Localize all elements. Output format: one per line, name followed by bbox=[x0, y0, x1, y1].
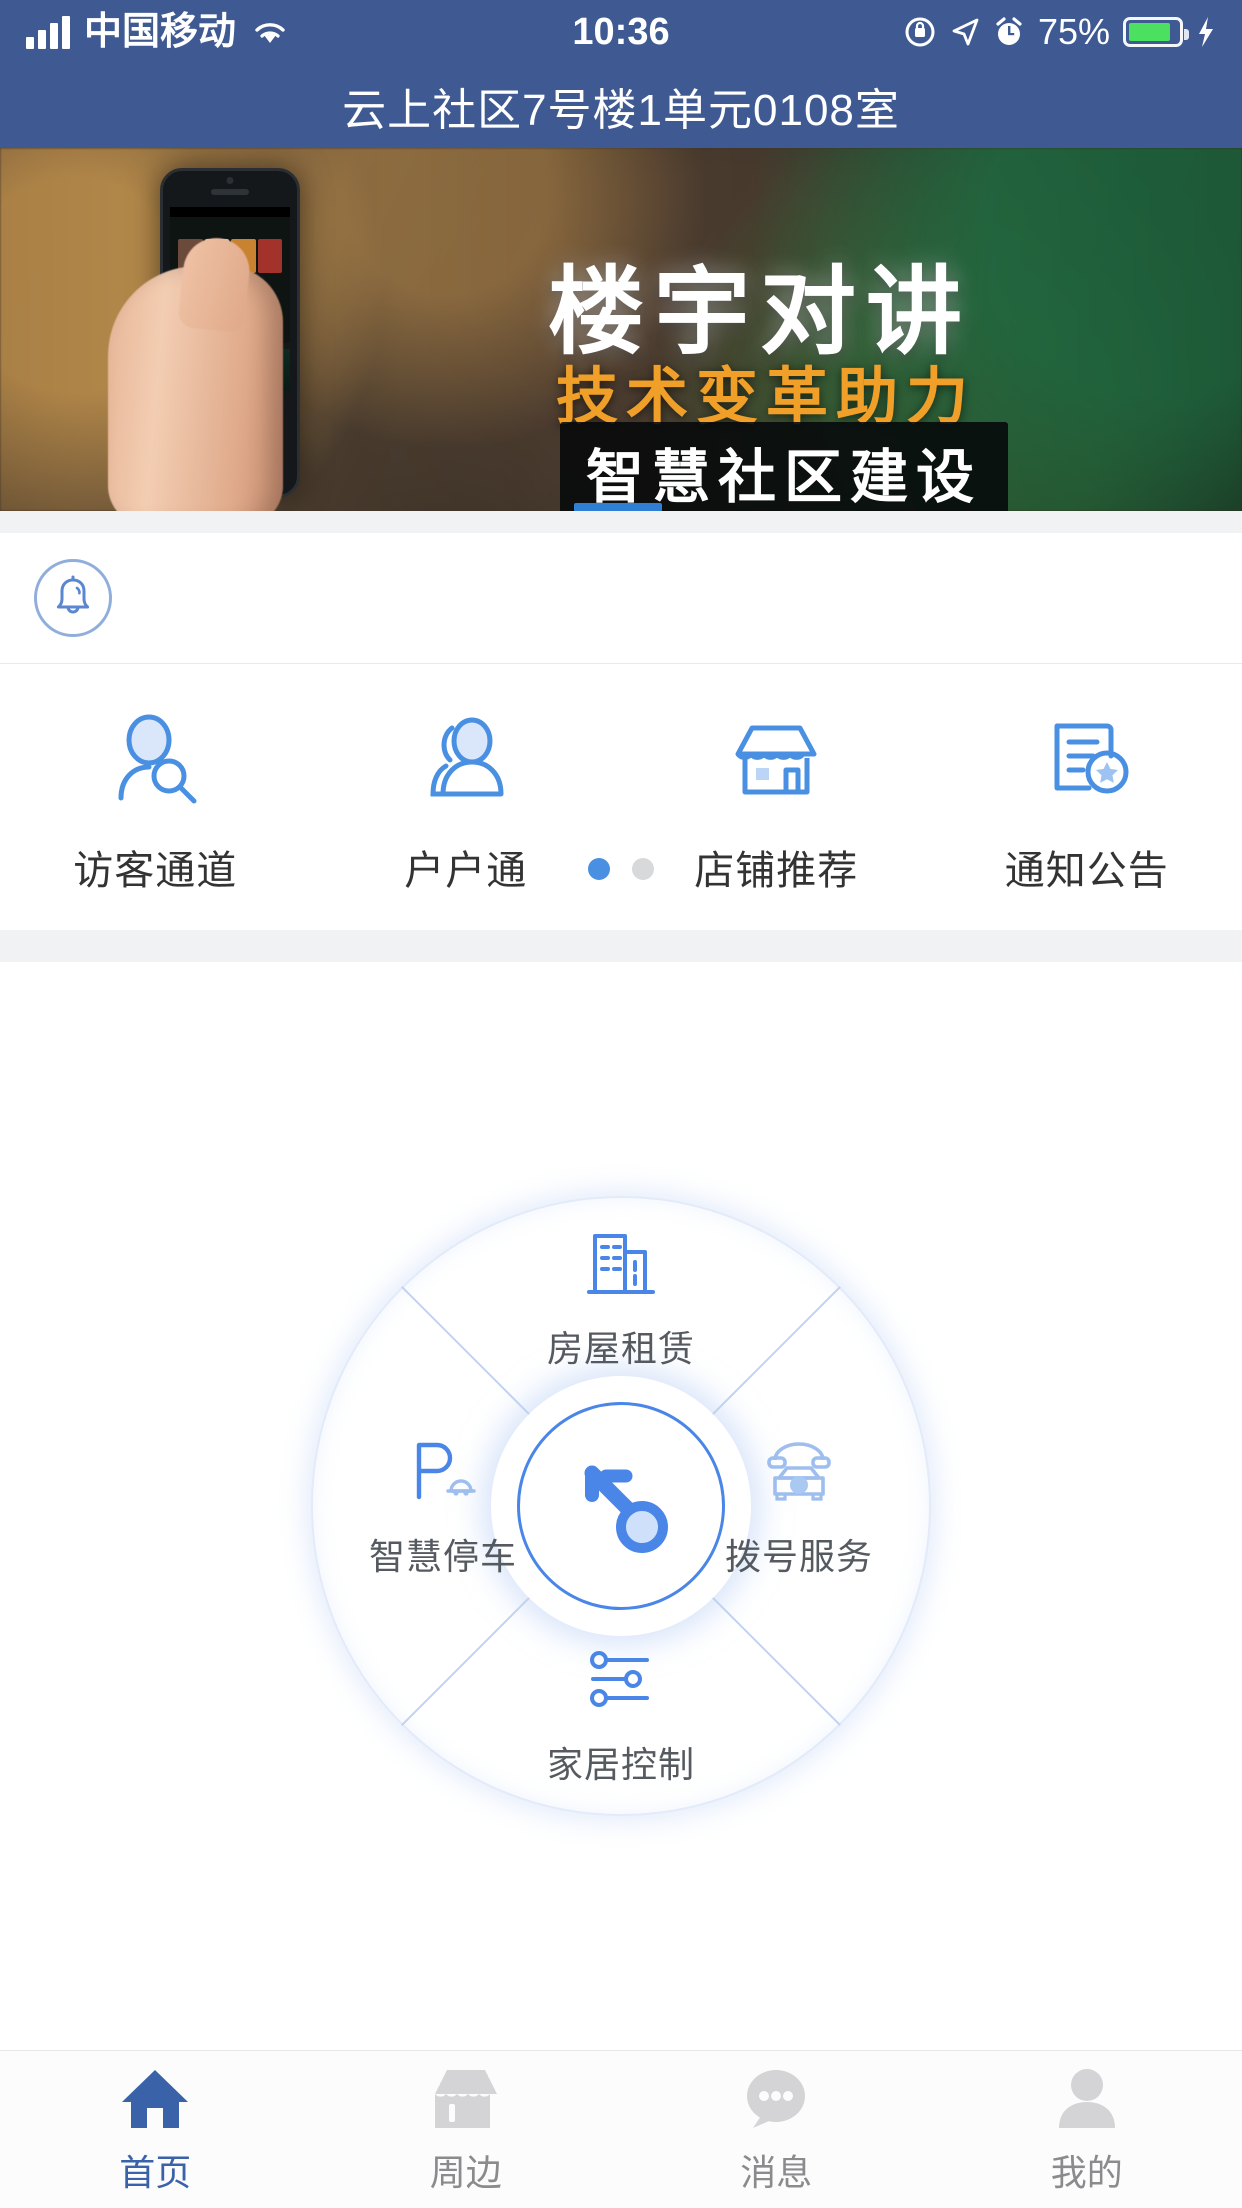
section-gap-2 bbox=[0, 930, 1242, 962]
location-arrow-icon bbox=[952, 18, 979, 46]
tab-label: 我的 bbox=[1050, 2151, 1123, 2193]
tab-label: 消息 bbox=[740, 2151, 813, 2193]
home-icon bbox=[118, 2064, 192, 2130]
pagination-dot-active[interactable] bbox=[588, 858, 610, 880]
rotation-lock-icon bbox=[905, 17, 935, 47]
status-bar-center: 10:36 bbox=[572, 13, 669, 51]
person-icon bbox=[1050, 2064, 1124, 2130]
parking-car-icon bbox=[405, 1432, 481, 1510]
wheel-item-label: 房屋租赁 bbox=[546, 1328, 695, 1369]
document-star-icon bbox=[1039, 710, 1135, 806]
battery-icon bbox=[1123, 17, 1190, 47]
banner-tagline-box: 智慧社区建设 bbox=[560, 422, 1009, 511]
sliders-icon bbox=[583, 1640, 659, 1718]
wheel-item-label: 拨号服务 bbox=[724, 1536, 873, 1577]
quick-action-shop[interactable]: 店铺推荐 bbox=[621, 710, 932, 896]
bottom-tab-bar: 首页 周边 消息 我的 bbox=[0, 2050, 1242, 2208]
quick-action-label: 户户通 bbox=[404, 849, 528, 893]
tab-label: 周边 bbox=[429, 2151, 502, 2193]
alarm-clock-icon bbox=[996, 17, 1022, 45]
signal-bars-icon bbox=[26, 15, 70, 49]
building-icon bbox=[585, 1224, 657, 1302]
banner-hand-illustration bbox=[108, 234, 283, 511]
storefront-icon bbox=[429, 2064, 503, 2130]
chat-bubble-icon bbox=[739, 2064, 813, 2130]
battery-percent-label: 75% bbox=[1037, 11, 1111, 52]
promo-banner[interactable]: 楼宇对讲 技术变革助力 智慧社区建设 bbox=[0, 148, 1242, 511]
wheel-item-label: 智慧停车 bbox=[368, 1536, 517, 1577]
clock-label: 10:36 bbox=[572, 11, 670, 53]
quick-action-huhutong[interactable]: 户户通 bbox=[311, 710, 622, 896]
wifi-icon bbox=[255, 23, 285, 43]
wheel-center-unlock-button[interactable] bbox=[517, 1402, 725, 1610]
notice-bar[interactable] bbox=[0, 533, 1242, 663]
key-icon bbox=[584, 1465, 668, 1553]
bell-icon bbox=[56, 575, 90, 614]
carrier-label: 中国移动 bbox=[84, 11, 237, 53]
storefront-icon bbox=[728, 710, 824, 806]
banner-tagline: 智慧社区建设 bbox=[586, 445, 983, 510]
telephone-icon bbox=[761, 1432, 837, 1510]
quick-action-announcement[interactable]: 通知公告 bbox=[932, 710, 1242, 896]
two-people-icon bbox=[418, 710, 514, 806]
notification-bell-button[interactable] bbox=[34, 559, 112, 637]
banner-underline-accent bbox=[574, 503, 662, 511]
quick-action-label: 店铺推荐 bbox=[694, 849, 859, 893]
title-bar: 云上社区7号楼1单元0108室 bbox=[0, 64, 1242, 148]
wheel-item-rental[interactable]: 房屋租赁 bbox=[491, 1224, 751, 1372]
wheel-item-label: 家居控制 bbox=[546, 1744, 695, 1785]
service-wheel-section: 房屋租赁 拨号服务 家居控制 智慧停车 bbox=[0, 962, 1242, 2050]
pagination-dot[interactable] bbox=[632, 858, 654, 880]
tab-label: 首页 bbox=[119, 2151, 192, 2193]
quick-action-visitor[interactable]: 访客通道 bbox=[0, 710, 311, 896]
page-title: 云上社区7号楼1单元0108室 bbox=[342, 86, 900, 135]
quick-action-label: 通知公告 bbox=[1004, 849, 1169, 893]
section-gap-1 bbox=[0, 511, 1242, 533]
status-bar-left: 中国移动 bbox=[26, 13, 572, 51]
tab-home[interactable]: 首页 bbox=[0, 2051, 311, 2208]
app-screen: 中国移动 10:36 75% 云上社区7号楼1单元0108室 楼宇对讲 技术变革… bbox=[0, 0, 1242, 2208]
tab-nearby[interactable]: 周边 bbox=[311, 2051, 622, 2208]
tab-profile[interactable]: 我的 bbox=[932, 2051, 1242, 2208]
quick-action-label: 访客通道 bbox=[73, 849, 238, 893]
status-bar-right: 75% bbox=[670, 14, 1216, 50]
wheel-item-home-control[interactable]: 家居控制 bbox=[491, 1640, 751, 1788]
status-bar: 中国移动 10:36 75% bbox=[0, 0, 1242, 64]
lightning-bolt-icon bbox=[1199, 17, 1214, 47]
visitor-search-icon bbox=[107, 710, 203, 806]
service-wheel: 房屋租赁 拨号服务 家居控制 智慧停车 bbox=[311, 1196, 931, 1816]
tab-messages[interactable]: 消息 bbox=[621, 2051, 932, 2208]
quick-actions-section: 访客通道 户户通 店铺推荐 通知公告 bbox=[0, 664, 1242, 930]
carousel-pagination[interactable] bbox=[588, 858, 654, 880]
